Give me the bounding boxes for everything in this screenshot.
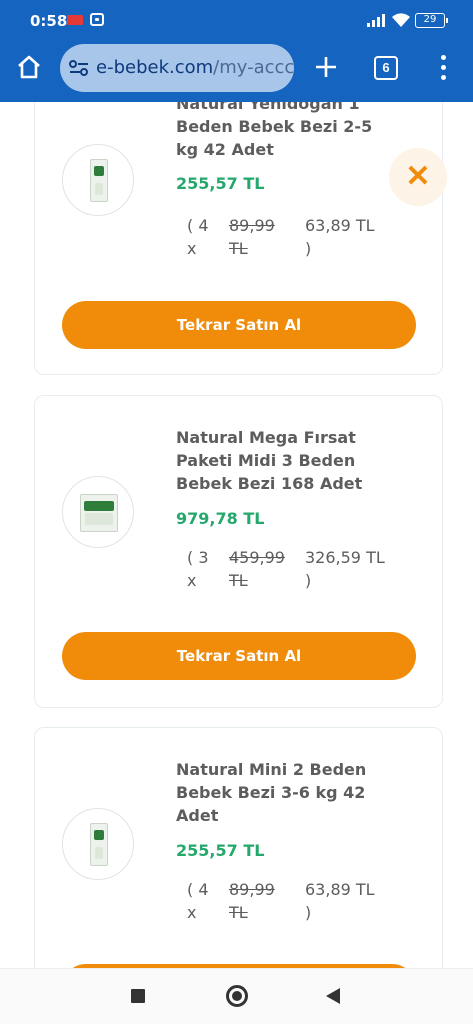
plus-icon[interactable] (313, 54, 339, 80)
home-nav-icon[interactable] (226, 985, 248, 1007)
wifi-icon (391, 12, 411, 31)
tab-switcher-button[interactable]: 6 (374, 56, 398, 80)
product-image[interactable] (62, 144, 134, 216)
old-price: 459,99 TL (229, 548, 285, 590)
order-total: 255,57 TL (176, 841, 265, 860)
close-icon[interactable]: ✕ (389, 148, 447, 206)
unit-price: 63,89 TL) (305, 880, 375, 922)
url-host: e-bebek.com (96, 57, 214, 78)
browser-toolbar: e-bebek.com/my-accc 6 (0, 40, 473, 102)
orders-list[interactable]: Natural Yenidoğan 1 Beden Bebek Bezi 2-5… (0, 102, 473, 968)
unit-price: 326,59 TL) (305, 548, 385, 590)
product-title[interactable]: Natural Mega Fırsat Paketi Midi 3 Beden … (176, 426, 386, 495)
more-vert-icon[interactable] (440, 55, 448, 81)
quantity: ( 3x (187, 548, 209, 590)
status-time: 0:58 (30, 12, 68, 30)
status-bar: 0:58 29 (0, 0, 473, 40)
system-nav-bar (0, 968, 473, 1024)
recents-icon[interactable] (131, 989, 145, 1003)
product-title[interactable]: Natural Mini 2 Beden Bebek Bezi 3-6 kg 4… (176, 758, 386, 827)
product-image[interactable] (62, 808, 134, 880)
url-path: /my-accc (213, 57, 294, 78)
battery-icon: 29 (415, 13, 448, 28)
address-bar[interactable]: e-bebek.com/my-accc (60, 44, 294, 92)
back-icon[interactable] (326, 988, 340, 1004)
order-total: 255,57 TL (176, 174, 265, 193)
order-card: Natural Mega Fırsat Paketi Midi 3 Beden … (34, 395, 443, 708)
buy-again-button[interactable]: Tekrar Satın Al (62, 301, 416, 349)
quantity: ( 4x (187, 880, 209, 922)
order-card: Natural Mini 2 Beden Bebek Bezi 3-6 kg 4… (34, 727, 443, 968)
site-settings-icon[interactable] (68, 58, 90, 78)
notification-app-icon (90, 13, 104, 26)
old-price: 89,99 TL (229, 216, 275, 258)
unit-price: 63,89 TL) (305, 216, 375, 258)
old-price: 89,99 TL (229, 880, 275, 922)
product-image[interactable] (62, 476, 134, 548)
order-card: Natural Yenidoğan 1 Beden Bebek Bezi 2-5… (34, 102, 443, 375)
buy-again-button[interactable]: Tekrar Satın Al (62, 632, 416, 680)
product-title[interactable]: Natural Yenidoğan 1 Beden Bebek Bezi 2-5… (176, 102, 386, 161)
notification-icon (67, 15, 83, 25)
quantity: ( 4x (187, 216, 209, 258)
signal-icon (367, 14, 385, 27)
url-text: e-bebek.com/my-accc (96, 57, 294, 78)
order-total: 979,78 TL (176, 509, 265, 528)
home-icon[interactable] (16, 54, 42, 80)
